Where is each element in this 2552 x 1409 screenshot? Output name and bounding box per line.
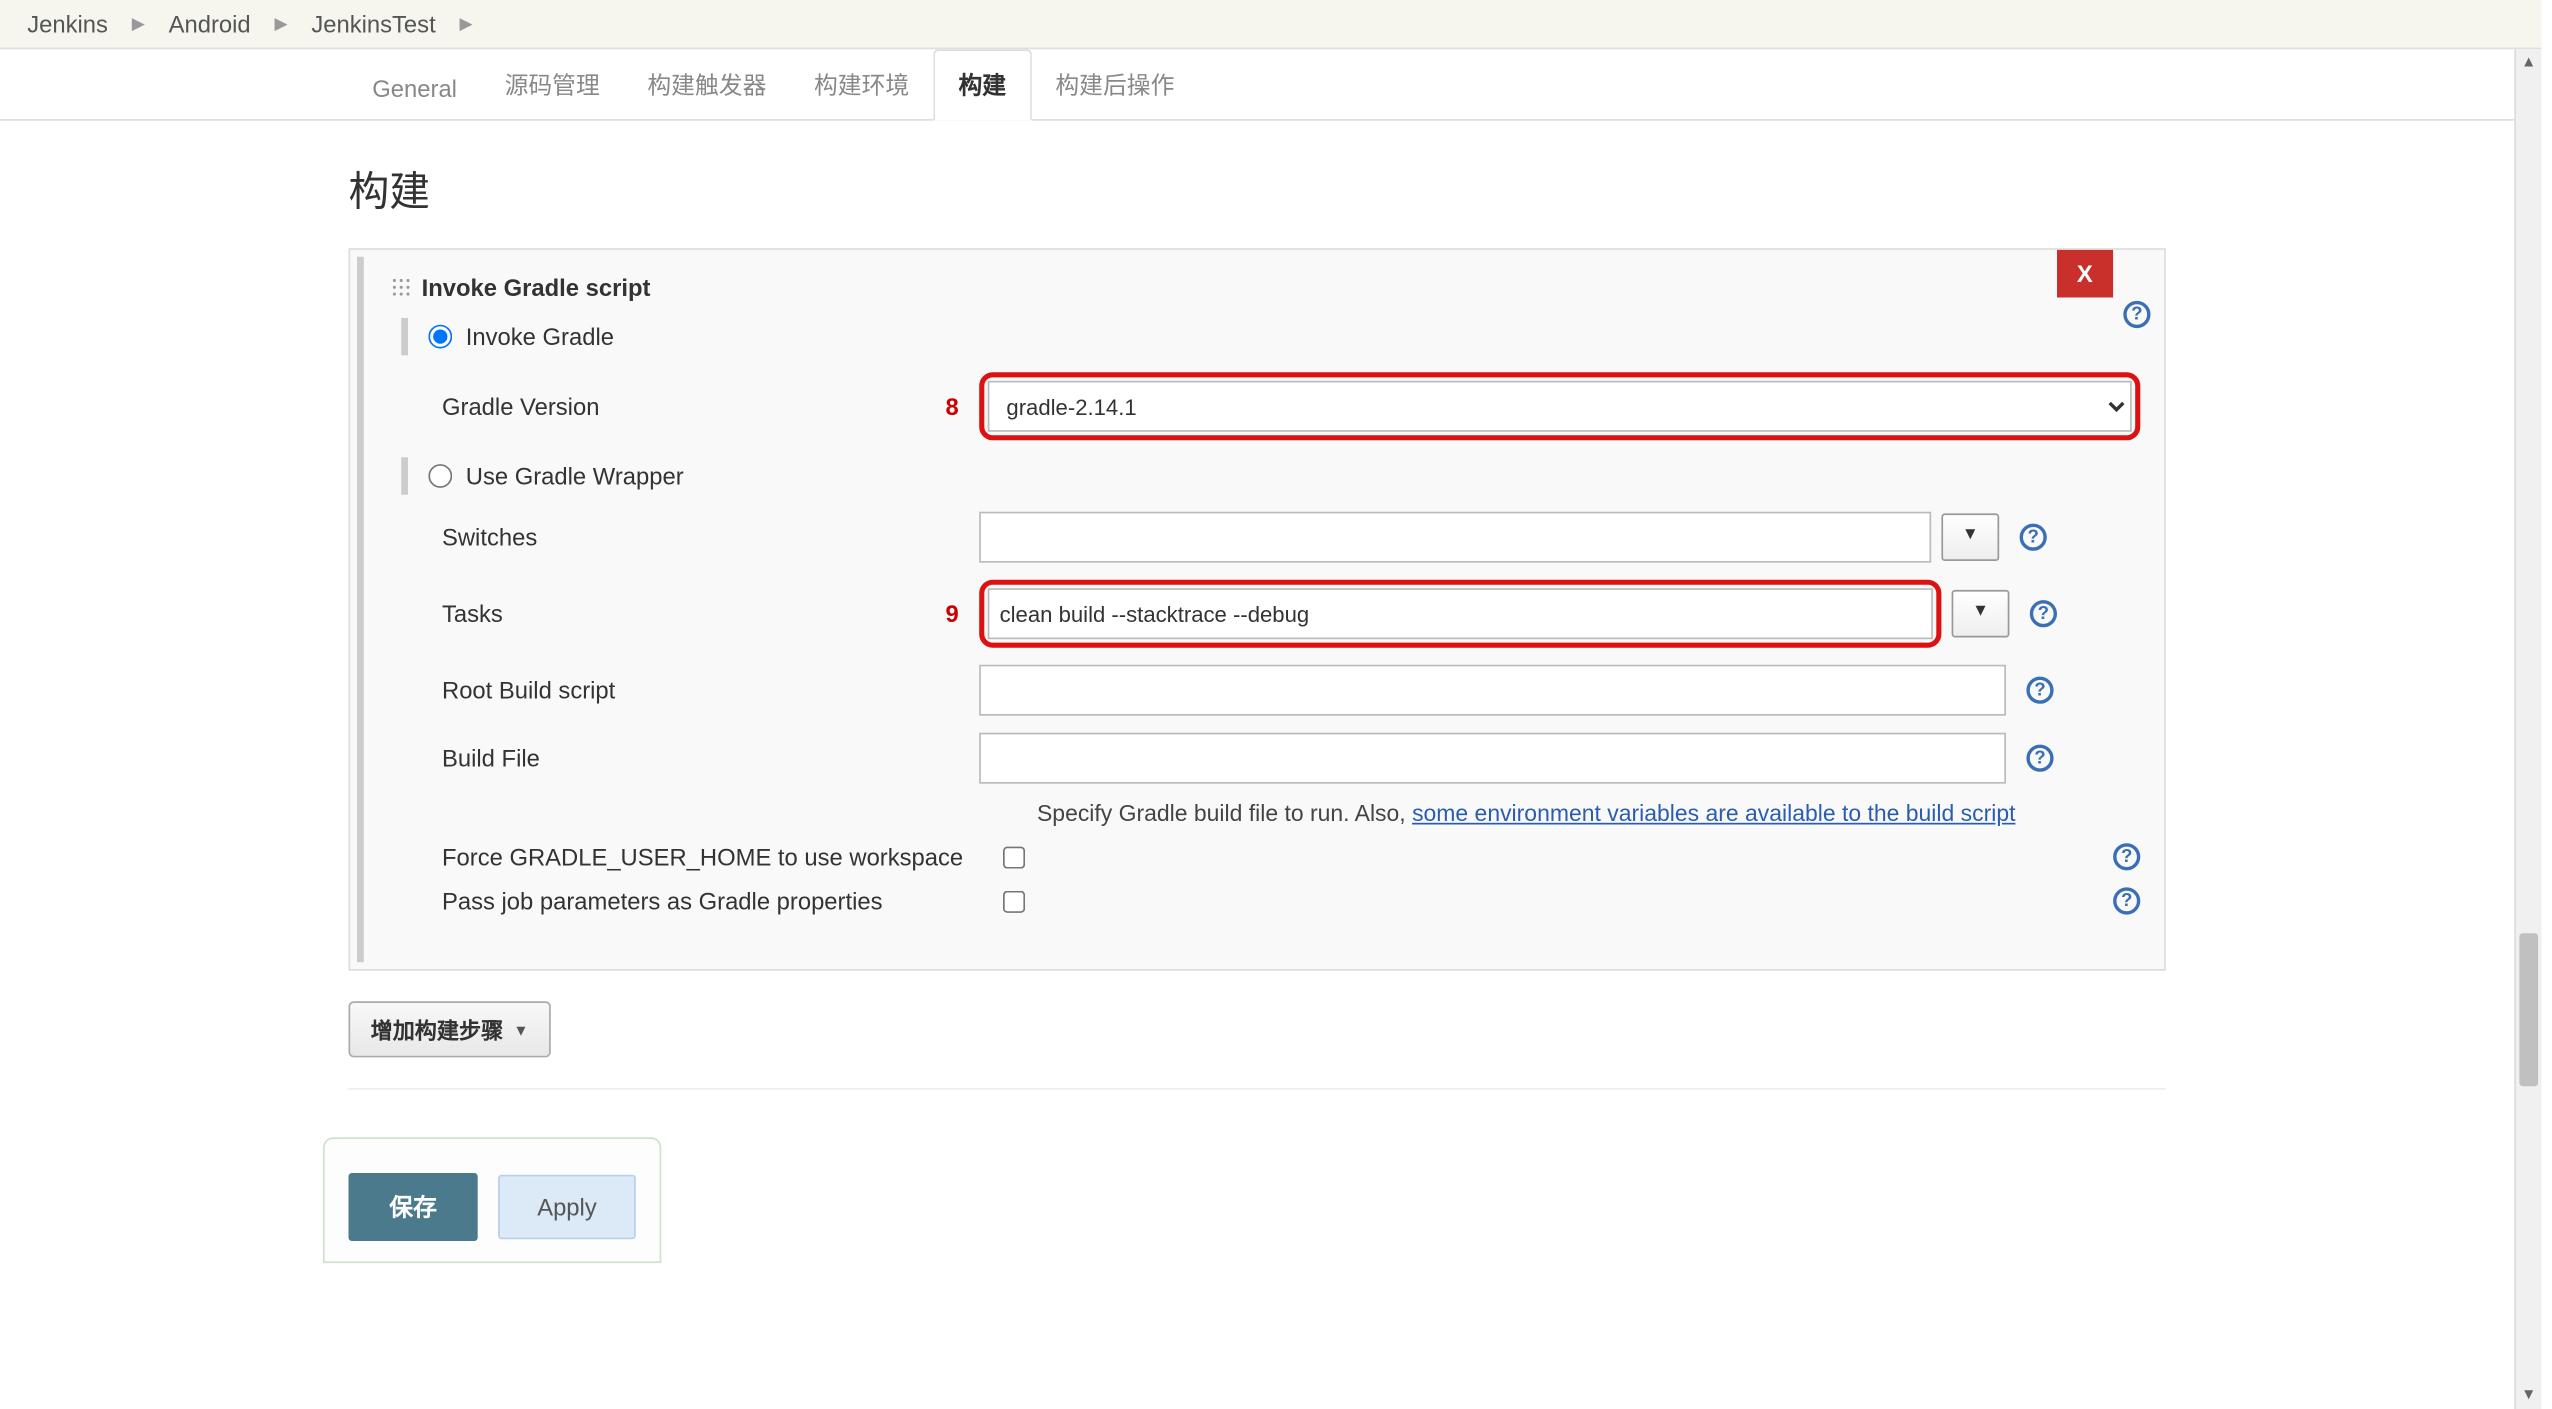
expand-tasks-button[interactable]: ▼ — [1952, 590, 2010, 638]
help-icon[interactable]: ? — [2026, 677, 2053, 704]
highlight-box-9 — [979, 580, 1941, 648]
help-icon[interactable]: ? — [2113, 843, 2140, 870]
breadcrumb: Jenkins ▶ Android ▶ JenkinsTest ▶ — [0, 0, 2542, 49]
force-gradle-home-checkbox[interactable] — [1003, 846, 1025, 868]
expand-switches-button[interactable]: ▼ — [1941, 513, 1999, 561]
action-bar: 保存 Apply — [323, 1137, 661, 1263]
scroll-down-icon[interactable]: ▼ — [2516, 1382, 2542, 1409]
root-build-script-label: Root Build script — [391, 677, 935, 704]
chevron-right-icon: ▶ — [268, 14, 295, 33]
annotation-8: 8 — [935, 393, 959, 420]
help-icon[interactable]: ? — [2026, 745, 2053, 772]
build-file-input[interactable] — [979, 733, 2006, 784]
caret-down-icon: ▼ — [513, 1021, 528, 1038]
radio-use-wrapper[interactable] — [428, 464, 452, 488]
pass-job-params-checkbox[interactable] — [1003, 890, 1025, 912]
radio-invoke-gradle-label: Invoke Gradle — [466, 323, 614, 350]
gradle-version-label: Gradle Version — [391, 393, 935, 420]
accent-bar — [401, 318, 408, 355]
chevron-right-icon: ▶ — [453, 14, 480, 33]
tab-trigger[interactable]: 构建触发器 — [624, 51, 791, 119]
apply-button[interactable]: Apply — [498, 1175, 636, 1240]
tab-general[interactable]: General — [349, 58, 481, 119]
scroll-up-icon[interactable]: ▲ — [2516, 49, 2542, 76]
root-build-script-input[interactable] — [979, 665, 2006, 716]
breadcrumb-item-jenkins[interactable]: Jenkins — [10, 7, 125, 41]
radio-use-wrapper-label: Use Gradle Wrapper — [466, 462, 684, 489]
block-accent — [357, 257, 364, 963]
delete-step-button[interactable]: X — [2056, 250, 2113, 298]
tab-scm[interactable]: 源码管理 — [481, 51, 624, 119]
accent-bar — [401, 457, 408, 494]
force-gradle-home-label: Force GRADLE_USER_HOME to use workspace — [391, 843, 1003, 870]
add-build-step-label: 增加构建步骤 — [371, 1013, 504, 1045]
chevron-right-icon: ▶ — [125, 14, 152, 33]
tab-build[interactable]: 构建 — [933, 49, 1032, 120]
build-file-label: Build File — [391, 745, 935, 772]
switches-label: Switches — [391, 524, 935, 551]
help-icon[interactable]: ? — [2020, 524, 2047, 551]
config-tabs: General 源码管理 构建触发器 构建环境 构建 构建后操作 — [0, 49, 2514, 120]
block-title: Invoke Gradle script — [422, 274, 651, 301]
invoke-gradle-block: X ? Invoke Gradle script Invoke Gradle G… — [349, 248, 2166, 971]
vertical-scrollbar[interactable]: ▲ ▼ — [2514, 49, 2541, 1409]
scroll-thumb[interactable] — [2519, 933, 2538, 1086]
radio-invoke-gradle[interactable] — [428, 325, 452, 349]
save-button[interactable]: 保存 — [349, 1173, 478, 1241]
highlight-box-8: gradle-2.14.1 — [979, 372, 2140, 440]
annotation-9: 9 — [935, 600, 959, 627]
tasks-input[interactable] — [988, 588, 1933, 639]
pass-job-params-label: Pass job parameters as Gradle properties — [391, 887, 1003, 914]
add-build-step-button[interactable]: 增加构建步骤 ▼ — [349, 1001, 551, 1057]
breadcrumb-item-android[interactable]: Android — [152, 7, 268, 41]
tab-post[interactable]: 构建后操作 — [1032, 51, 1199, 119]
help-icon[interactable]: ? — [2123, 301, 2150, 328]
section-title: 构建 — [349, 121, 2166, 249]
switches-input[interactable] — [979, 512, 1931, 563]
tasks-label: Tasks — [391, 600, 935, 627]
drag-handle-icon[interactable] — [391, 277, 411, 297]
build-file-description: Specify Gradle build file to run. Also, … — [1037, 801, 2140, 827]
help-icon[interactable]: ? — [2113, 887, 2140, 914]
gradle-version-select[interactable]: gradle-2.14.1 — [988, 381, 2132, 432]
breadcrumb-item-jenkinstest[interactable]: JenkinsTest — [294, 7, 452, 41]
tab-env[interactable]: 构建环境 — [790, 51, 933, 119]
help-icon[interactable]: ? — [2030, 600, 2057, 627]
env-vars-link[interactable]: some environment variables are available… — [1412, 801, 2015, 827]
